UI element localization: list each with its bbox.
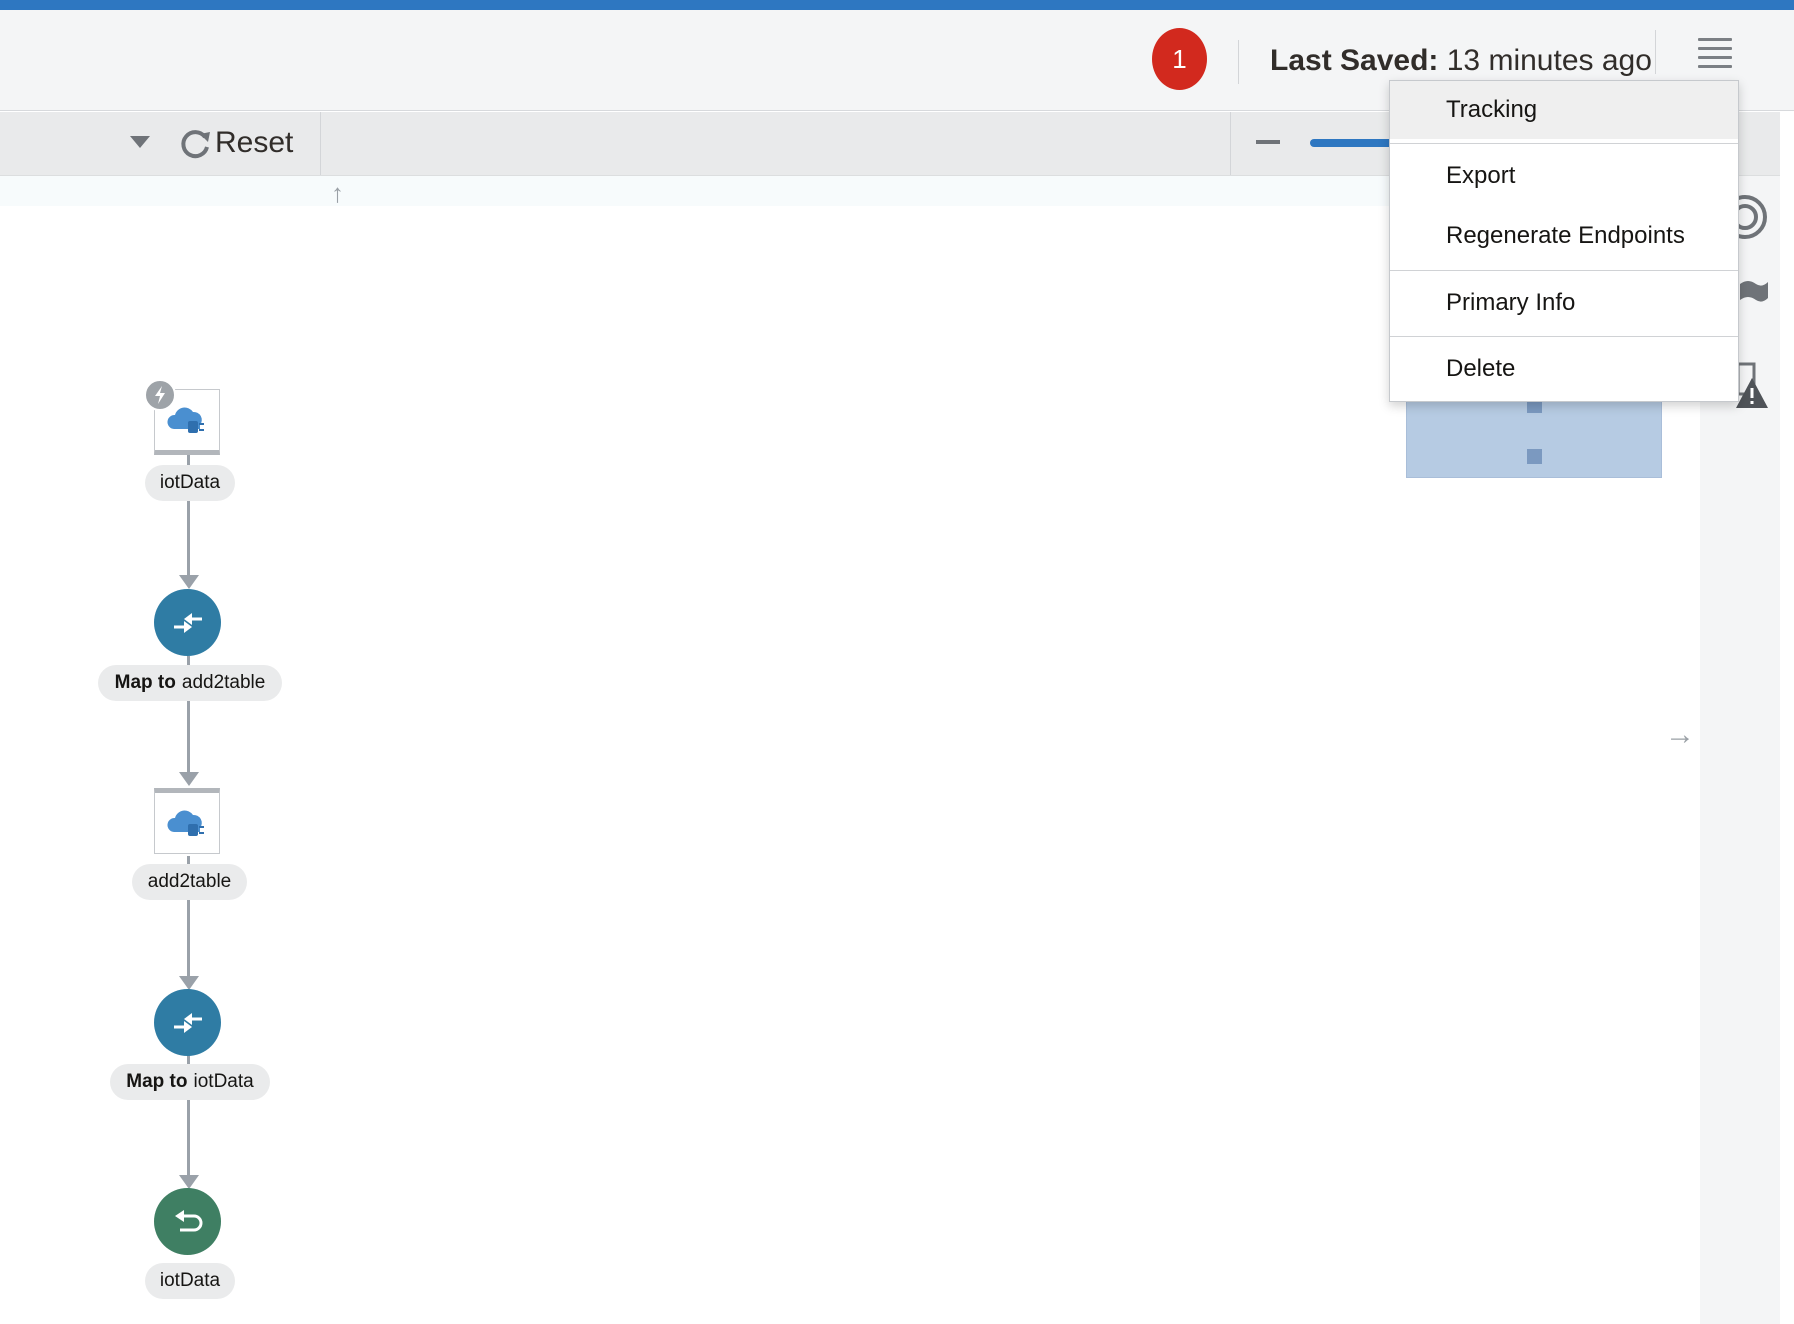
hamburger-menu-icon[interactable] [1698, 38, 1732, 68]
node-label-text: iotData [193, 1071, 254, 1092]
menu-item-delete[interactable]: Delete [1390, 340, 1738, 398]
last-saved-status: Last Saved: 13 minutes ago [1270, 44, 1652, 78]
minus-icon[interactable] [1256, 140, 1280, 144]
flag-icon[interactable] [1740, 278, 1768, 306]
refresh-icon[interactable] [178, 128, 212, 160]
connector-arrow [179, 1175, 199, 1189]
header-divider [1238, 40, 1239, 84]
map-icon [173, 612, 202, 633]
menu-item-export[interactable]: Export [1390, 147, 1738, 205]
connector-arrow [179, 772, 199, 786]
node-label-map-iotdata[interactable]: Map to iotData [110, 1064, 270, 1100]
node-label-iotdata-return[interactable]: iotData [145, 1263, 235, 1299]
menu-item-primary-info[interactable]: Primary Info [1390, 274, 1738, 332]
target-icon[interactable] [1735, 192, 1780, 242]
node-label-add2table[interactable]: add2table [132, 864, 247, 900]
menu-separator [1390, 143, 1738, 144]
minimap-node [1527, 449, 1542, 464]
last-saved-value: 13 minutes ago [1446, 44, 1652, 77]
reset-button[interactable]: Reset [215, 126, 293, 160]
connector-line [187, 900, 190, 980]
menu-item-regenerate-endpoints[interactable]: Regenerate Endpoints [1390, 207, 1738, 265]
node-label-text: add2table [181, 672, 266, 693]
top-accent-bar [0, 0, 1794, 10]
scroll-right-arrow-icon[interactable]: → [1665, 718, 1695, 752]
menu-item-tracking[interactable]: Tracking [1390, 81, 1738, 139]
connector-line [187, 499, 190, 579]
connector-line [187, 700, 190, 775]
return-node[interactable] [154, 1188, 221, 1255]
map-icon [173, 1012, 202, 1033]
cloud-adapter-icon [167, 407, 204, 433]
header-divider-2 [1655, 30, 1656, 74]
node-label-map-add2table[interactable]: Map to add2table [98, 665, 282, 701]
cloud-adapter-icon [167, 810, 204, 836]
invoke-adapter-node[interactable] [154, 788, 220, 854]
connector-arrow [179, 976, 199, 990]
node-label-text: iotData [159, 1270, 221, 1291]
connector-arrow [179, 575, 199, 589]
node-label-prefix: Map to [114, 672, 176, 693]
lightning-bolt-icon [144, 379, 176, 411]
toolbar-divider [320, 112, 321, 175]
toolbar-divider-2 [1230, 112, 1231, 175]
map-node-add2table[interactable] [154, 589, 221, 656]
caret-down-icon[interactable] [130, 136, 150, 148]
return-icon [174, 1209, 202, 1231]
connector-line [187, 1100, 190, 1180]
node-label-text: iotData [159, 472, 221, 493]
map-node-iotdata[interactable] [154, 989, 221, 1056]
last-saved-label: Last Saved: [1270, 44, 1439, 77]
actions-menu: Tracking Export Regenerate Endpoints Pri… [1389, 80, 1739, 402]
node-label-text: add2table [147, 871, 232, 892]
notification-badge[interactable]: 1 [1152, 28, 1207, 90]
notification-count: 1 [1172, 43, 1187, 74]
menu-separator [1390, 336, 1738, 337]
scroll-up-arrow-icon[interactable]: ↑ [331, 178, 344, 209]
menu-separator [1390, 270, 1738, 271]
node-label-iotdata-trigger[interactable]: iotData [145, 465, 235, 501]
node-label-prefix: Map to [126, 1071, 188, 1092]
